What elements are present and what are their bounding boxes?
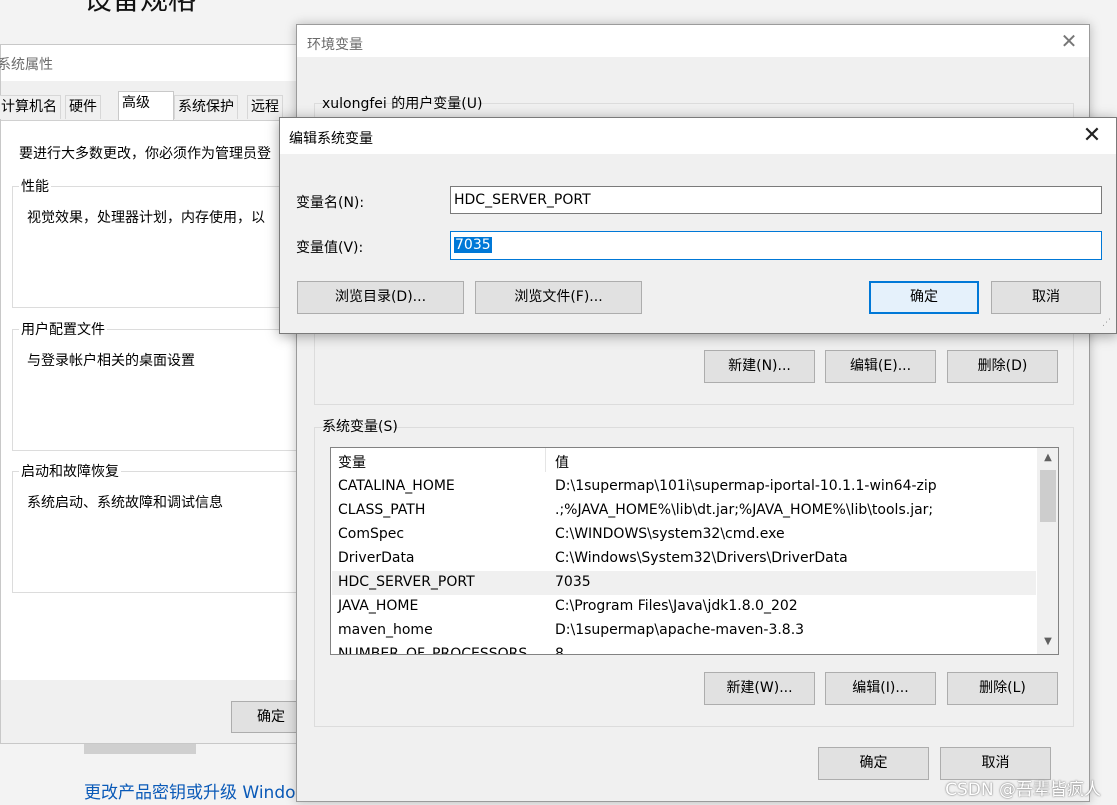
table-row[interactable]: DriverData C:\Windows\System32\Drivers\D… bbox=[332, 547, 1036, 571]
variable-value-input[interactable]: 7035 bbox=[450, 231, 1102, 260]
variable-value-cell: C:\Windows\System32\Drivers\DriverData bbox=[555, 550, 848, 566]
table-row[interactable]: NUMBER_OF_PROCESSORS 8 bbox=[332, 643, 1036, 655]
column-header-variable[interactable]: 变量 bbox=[338, 452, 366, 472]
variable-name-cell: CLASS_PATH bbox=[338, 502, 426, 518]
environment-variables-titlebar[interactable]: 环境变量 ✕ bbox=[297, 25, 1089, 57]
performance-group-title: 性能 bbox=[19, 176, 51, 196]
variable-value-cell: D:\1supermap\apache-maven-3.8.3 bbox=[555, 622, 805, 638]
variable-value-cell: 8 bbox=[555, 646, 564, 655]
admin-note: 要进行大多数更改，你必须作为管理员登 bbox=[19, 146, 271, 162]
browse-directory-button[interactable]: 浏览目录(D)... bbox=[297, 281, 464, 314]
table-row[interactable]: CATALINA_HOME D:\1supermap\101i\supermap… bbox=[332, 475, 1036, 499]
change-product-key-link[interactable]: 更改产品密钥或升级 Windo bbox=[84, 778, 296, 803]
scroll-thumb[interactable] bbox=[1040, 470, 1056, 522]
system-edit-button[interactable]: 编辑(I)... bbox=[825, 672, 936, 705]
table-scrollbar[interactable]: ▲ ▼ bbox=[1037, 448, 1058, 654]
table-row-selected[interactable]: HDC_SERVER_PORT 7035 bbox=[332, 571, 1036, 595]
edit-system-variable-titlebar[interactable]: 编辑系统变量 ✕ bbox=[280, 118, 1116, 154]
user-variables-label: xulongfei 的用户变量(U) bbox=[322, 96, 483, 112]
variable-value-selected-text: 7035 bbox=[454, 237, 492, 253]
performance-description: 视觉效果，处理器计划，内存使用，以 bbox=[27, 210, 265, 226]
system-properties-titlebar[interactable]: 系统属性 bbox=[0, 45, 301, 81]
system-properties-title: 系统属性 bbox=[0, 57, 53, 73]
variable-name-input[interactable]: HDC_SERVER_PORT bbox=[450, 186, 1102, 214]
environment-ok-button[interactable]: 确定 bbox=[818, 747, 929, 780]
watermark: CSDN @吾辈皆疯人 bbox=[945, 780, 1101, 800]
table-row[interactable]: maven_home D:\1supermap\apache-maven-3.8… bbox=[332, 619, 1036, 643]
column-divider[interactable] bbox=[545, 448, 546, 472]
scroll-up-icon[interactable]: ▲ bbox=[1037, 450, 1058, 466]
tab-computer-name[interactable]: 计算机名 bbox=[0, 95, 61, 119]
system-delete-button[interactable]: 删除(L) bbox=[947, 672, 1058, 705]
startup-recovery-group-title: 启动和故障恢复 bbox=[19, 461, 121, 481]
user-edit-button[interactable]: 编辑(E)... bbox=[825, 350, 936, 383]
system-new-button[interactable]: 新建(W)... bbox=[704, 672, 815, 705]
close-icon[interactable]: ✕ bbox=[1057, 29, 1081, 53]
startup-recovery-description: 系统启动、系统故障和调试信息 bbox=[27, 495, 223, 511]
table-row[interactable]: CLASS_PATH .;%JAVA_HOME%\lib\dt.jar;%JAV… bbox=[332, 499, 1036, 523]
variable-name-cell: HDC_SERVER_PORT bbox=[338, 574, 475, 590]
edit-system-variable-dialog: 编辑系统变量 ✕ 变量名(N): HDC_SERVER_PORT 变量值(V):… bbox=[279, 117, 1117, 334]
tab-system-protection[interactable]: 系统保护 bbox=[174, 95, 238, 119]
variable-name-cell: JAVA_HOME bbox=[338, 598, 419, 614]
performance-group: 性能 视觉效果，处理器计划，内存使用，以 bbox=[12, 176, 312, 308]
user-delete-button[interactable]: 删除(D) bbox=[947, 350, 1058, 383]
table-row[interactable]: JAVA_HOME C:\Program Files\Java\jdk1.8.0… bbox=[332, 595, 1036, 619]
system-variables-label: 系统变量(S) bbox=[322, 419, 398, 435]
variable-name-cell: ComSpec bbox=[338, 526, 405, 542]
tab-remote[interactable]: 远程 bbox=[247, 95, 283, 119]
variable-name-cell: CATALINA_HOME bbox=[338, 478, 455, 494]
user-profiles-group: 用户配置文件 与登录帐户相关的桌面设置 bbox=[12, 319, 312, 451]
variable-value-cell: 7035 bbox=[555, 574, 591, 590]
variable-value-cell: .;%JAVA_HOME%\lib\dt.jar;%JAVA_HOME%\lib… bbox=[555, 502, 934, 518]
scroll-down-icon[interactable]: ▼ bbox=[1037, 634, 1058, 650]
resize-grip-icon[interactable]: ⋰ bbox=[1102, 318, 1114, 330]
variable-name-cell: DriverData bbox=[338, 550, 415, 566]
system-variables-table[interactable]: 变量 值 CATALINA_HOME D:\1supermap\101i\sup… bbox=[330, 447, 1059, 655]
variable-value-cell: D:\1supermap\101i\supermap-iportal-10.1.… bbox=[555, 478, 937, 494]
environment-variables-title: 环境变量 bbox=[307, 37, 363, 53]
startup-recovery-group: 启动和故障恢复 系统启动、系统故障和调试信息 bbox=[12, 461, 312, 593]
edit-ok-button[interactable]: 确定 bbox=[869, 281, 979, 314]
edit-cancel-button[interactable]: 取消 bbox=[991, 281, 1101, 314]
edit-system-variable-title: 编辑系统变量 bbox=[289, 131, 373, 147]
system-properties-dialog: 系统属性 计算机名 硬件 高级 系统保护 远程 要进行大多数更改，你必须作为管理… bbox=[0, 44, 312, 744]
variable-value-cell: C:\WINDOWS\system32\cmd.exe bbox=[555, 526, 785, 542]
tab-advanced[interactable]: 高级 bbox=[118, 91, 174, 121]
variable-name-label: 变量名(N): bbox=[296, 195, 365, 211]
variable-value-cell: C:\Program Files\Java\jdk1.8.0_202 bbox=[555, 598, 798, 614]
browse-file-button[interactable]: 浏览文件(F)... bbox=[475, 281, 642, 314]
tab-hardware[interactable]: 硬件 bbox=[65, 95, 101, 119]
user-new-button[interactable]: 新建(N)... bbox=[704, 350, 815, 383]
user-profiles-description: 与登录帐户相关的桌面设置 bbox=[27, 353, 195, 369]
variable-name-cell: maven_home bbox=[338, 622, 433, 638]
page-title: 设备规格 bbox=[84, 0, 196, 18]
variable-value-label: 变量值(V): bbox=[296, 240, 364, 256]
variable-name-cell: NUMBER_OF_PROCESSORS bbox=[338, 646, 528, 655]
table-row[interactable]: ComSpec C:\WINDOWS\system32\cmd.exe bbox=[332, 523, 1036, 547]
user-profiles-group-title: 用户配置文件 bbox=[19, 319, 107, 339]
column-header-value[interactable]: 值 bbox=[555, 452, 569, 472]
close-icon[interactable]: ✕ bbox=[1078, 123, 1106, 149]
